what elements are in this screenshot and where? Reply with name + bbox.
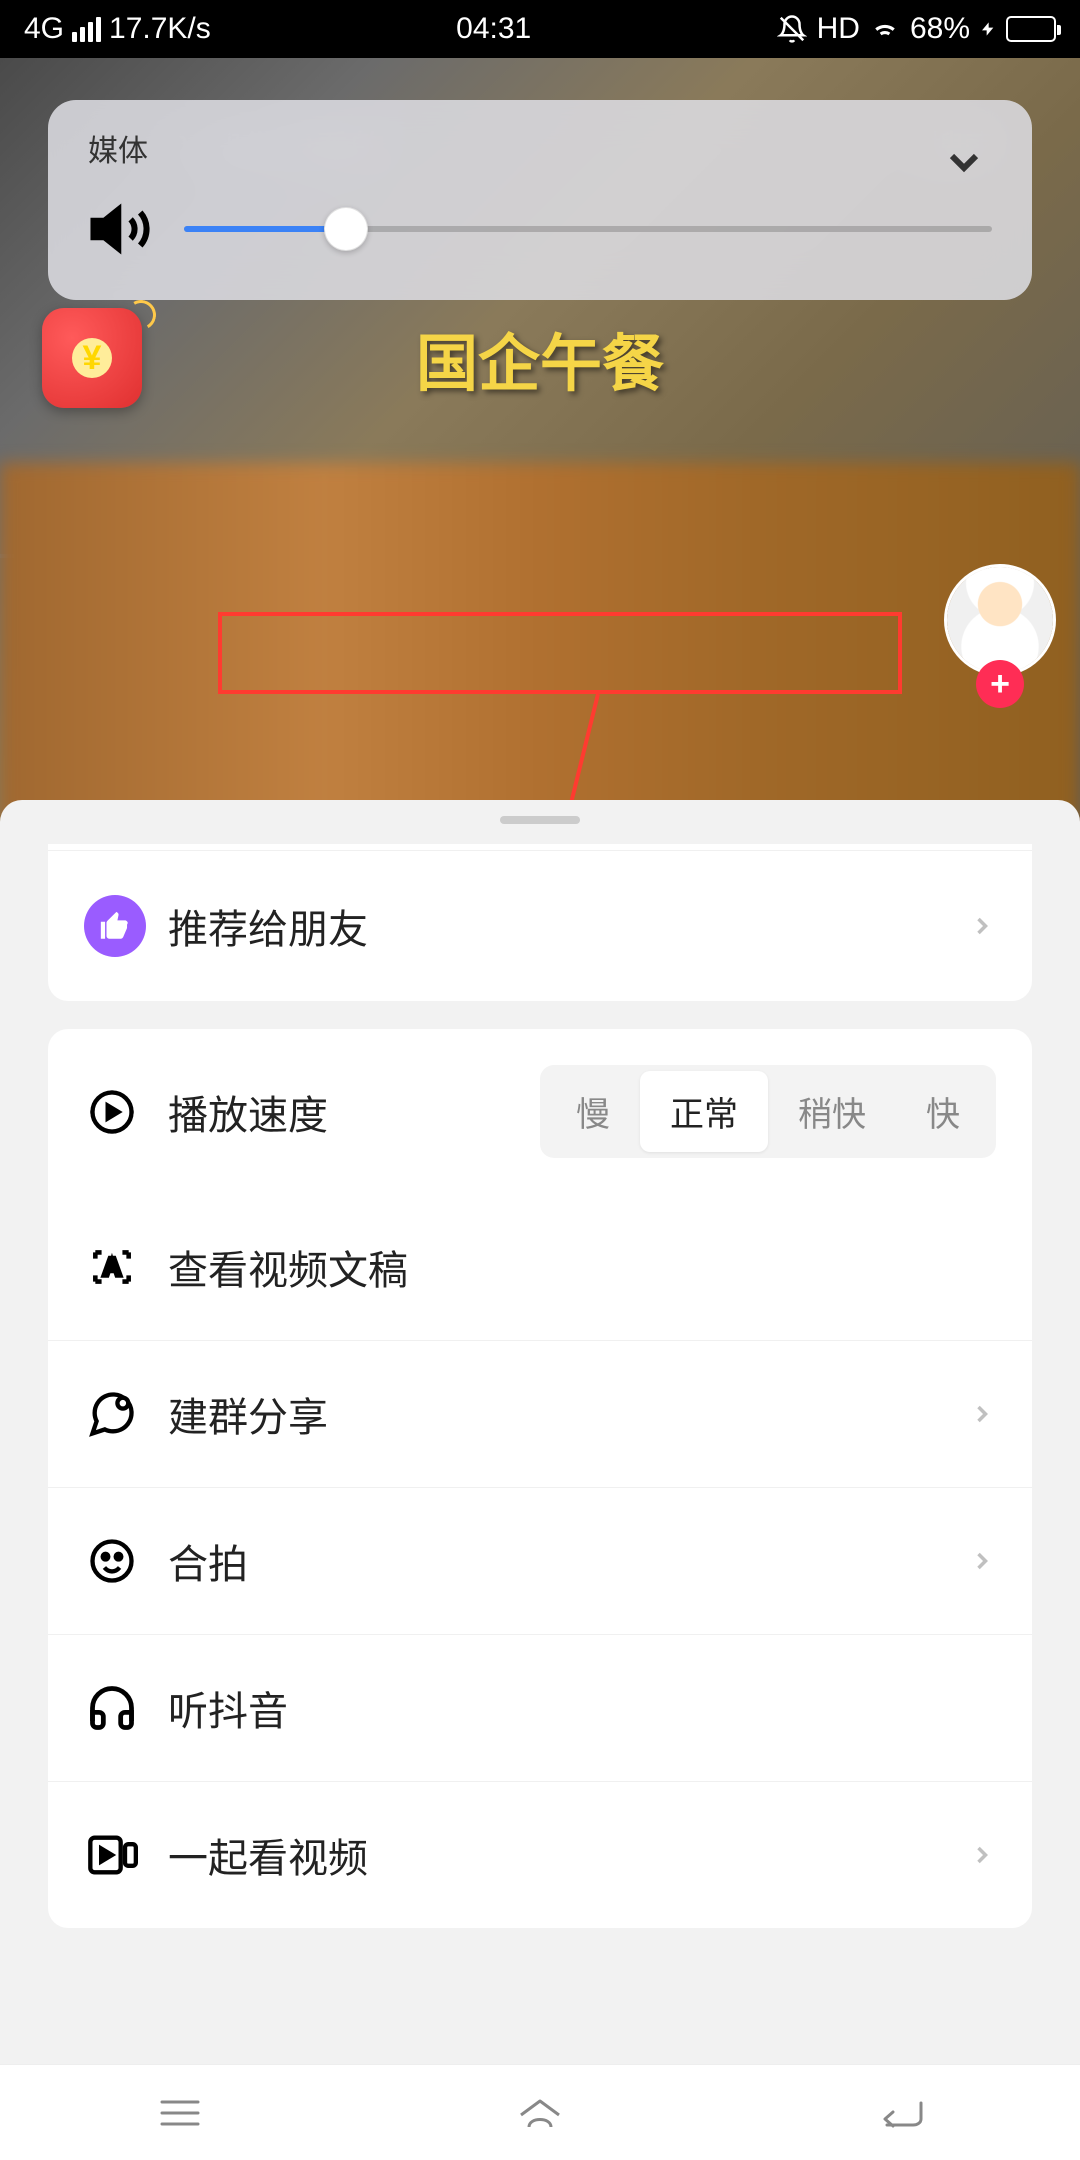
headphones-icon [84, 1680, 140, 1736]
status-left: 4G 17.7K/s [24, 12, 211, 46]
speed-slow[interactable]: 慢 [546, 1071, 640, 1152]
chevron-right-icon [968, 1400, 996, 1428]
row-speed: 播放速度 慢 正常 稍快 快 [48, 1029, 1032, 1194]
chevron-down-icon[interactable] [940, 138, 988, 186]
network-type: 4G [24, 12, 64, 46]
charging-icon [980, 16, 996, 42]
thumbs-up-icon [84, 895, 146, 957]
chevron-right-icon [968, 1841, 996, 1869]
row-group-share[interactable]: 建群分享 [48, 1340, 1032, 1487]
row-listen[interactable]: 听抖音 [48, 1634, 1032, 1781]
system-navbar [0, 2064, 1080, 2160]
battery-icon [1006, 16, 1056, 42]
chevron-right-icon [968, 1547, 996, 1575]
status-bar: 4G 17.7K/s 04:31 HD 68% [0, 0, 1080, 58]
volume-slider[interactable] [184, 226, 992, 232]
volume-thumb[interactable] [324, 207, 368, 251]
speaker-icon [88, 196, 154, 262]
group-share-label: 建群分享 [168, 1385, 968, 1443]
listen-label: 听抖音 [168, 1679, 996, 1737]
follow-button[interactable]: + [976, 660, 1024, 708]
row-duet[interactable]: 合拍 [48, 1487, 1032, 1634]
volume-title: 媒体 [88, 126, 992, 170]
wifi-icon [870, 14, 900, 44]
sheet-handle[interactable] [500, 816, 580, 824]
video-caption: 国企午餐 [416, 313, 664, 403]
volume-overlay: 媒体 [48, 100, 1032, 300]
chevron-right-icon [968, 912, 996, 940]
nav-recent-button[interactable] [145, 2088, 215, 2138]
nav-back-button[interactable] [865, 2088, 935, 2138]
speed-slightly-fast[interactable]: 稍快 [768, 1071, 896, 1152]
dnd-icon [777, 14, 807, 44]
clock: 04:31 [211, 12, 777, 46]
recommend-label: 推荐给朋友 [168, 897, 968, 955]
action-sheet[interactable]: 推荐给朋友 播放速度 慢 正常 稍快 快 A [0, 800, 1080, 2064]
speed-label: 播放速度 [168, 1083, 328, 1141]
duet-label: 合拍 [168, 1532, 968, 1590]
speed-segmented[interactable]: 慢 正常 稍快 快 [540, 1065, 996, 1158]
transcript-label: 查看视频文稿 [168, 1238, 996, 1296]
card-recommend: 推荐给朋友 [48, 844, 1032, 1001]
network-speed: 17.7K/s [109, 12, 211, 46]
speed-icon [84, 1084, 140, 1140]
row-watch-together[interactable]: 一起看视频 [48, 1781, 1032, 1928]
row-transcript[interactable]: A 查看视频文稿 [48, 1194, 1032, 1340]
transcript-icon: A [84, 1239, 140, 1295]
speed-normal[interactable]: 正常 [640, 1071, 768, 1152]
status-right: HD 68% [777, 12, 1056, 46]
watch-together-label: 一起看视频 [168, 1826, 968, 1884]
annotation-box [218, 612, 902, 694]
duet-icon [84, 1533, 140, 1589]
card-options: 播放速度 慢 正常 稍快 快 A 查看视频文稿 建群分享 [48, 1029, 1032, 1928]
hd-indicator: HD [817, 12, 860, 46]
group-share-icon [84, 1386, 140, 1442]
nav-home-button[interactable] [505, 2088, 575, 2138]
signal-icon [72, 17, 101, 42]
watch-together-icon [84, 1827, 140, 1883]
battery-pct: 68% [910, 12, 970, 46]
red-packet-button[interactable] [42, 308, 142, 408]
row-recommend[interactable]: 推荐给朋友 [48, 851, 1032, 1001]
speed-fast[interactable]: 快 [896, 1071, 990, 1152]
svg-text:A: A [103, 1253, 121, 1281]
